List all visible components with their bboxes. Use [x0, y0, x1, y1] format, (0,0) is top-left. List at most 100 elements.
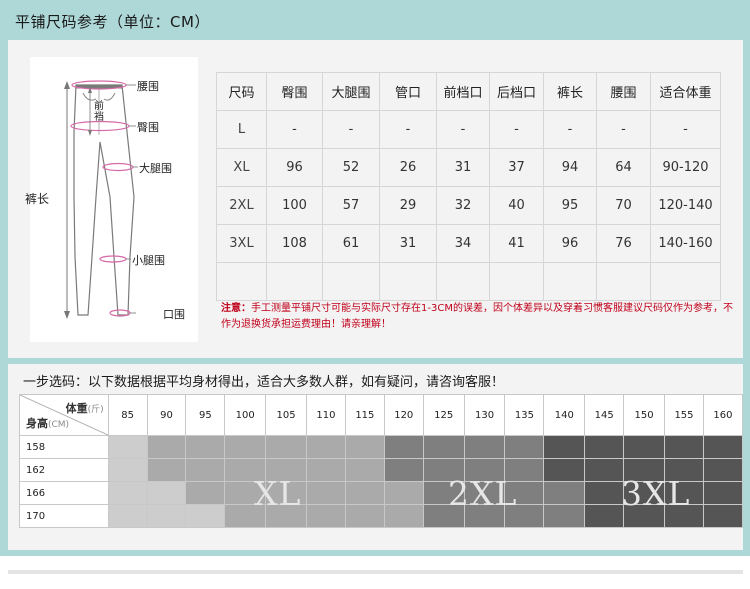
size-cell	[107, 504, 148, 528]
table-cell	[543, 262, 597, 301]
table-cell: 70	[596, 186, 651, 225]
size-cell	[584, 458, 625, 482]
size-cell	[584, 504, 625, 528]
size-cell	[146, 458, 187, 482]
table-cell: 95	[543, 186, 597, 225]
table-cell: 3XL	[216, 224, 267, 263]
size-cell	[702, 435, 744, 459]
weight-column-header: 150	[623, 394, 666, 436]
zone-label-xl: XL	[254, 474, 302, 513]
size-cell	[265, 435, 308, 459]
size-cell	[185, 481, 226, 505]
weight-column-header: 145	[584, 394, 625, 436]
table-cell: 100	[266, 186, 323, 225]
table-cell: 61	[322, 224, 380, 263]
table-cell: 57	[322, 186, 380, 225]
height-row-header: 162	[19, 458, 109, 482]
weight-label: 体重(斤)	[65, 402, 104, 415]
table-cell	[650, 262, 721, 301]
table-cell	[216, 262, 267, 301]
table-cell: -	[596, 110, 651, 149]
size-cell	[185, 458, 226, 482]
header-cell: 腰围	[596, 72, 651, 111]
table-cell: 40	[489, 186, 544, 225]
height-row-header: 166	[19, 481, 109, 505]
height-row-header: 158	[19, 435, 109, 459]
size-cell	[306, 435, 346, 459]
size-cell	[344, 504, 385, 528]
size-cell	[463, 435, 506, 459]
table-cell: -	[379, 110, 437, 149]
weight-column-header: 125	[422, 394, 465, 436]
table-cell: 29	[379, 186, 437, 225]
header-cell: 适合体重	[650, 72, 721, 111]
leg-opening-label: 口围	[163, 308, 185, 321]
weight-column-header: 110	[306, 394, 346, 436]
size-cell	[344, 435, 385, 459]
header-cell: 管口	[379, 72, 437, 111]
size-cell	[383, 481, 424, 505]
bottom-divider	[8, 570, 743, 574]
table-cell	[322, 262, 380, 301]
table-cell: 31	[436, 148, 490, 187]
size-cell	[146, 481, 187, 505]
size-cell	[383, 435, 424, 459]
weight-column-header: 95	[185, 394, 226, 436]
size-chart-frame: 平铺尺码参考（单位：CM） 腰围 臀围 大腿围 小腿围 口围 裤长 前裆 尺码 …	[0, 0, 750, 556]
table-cell: 34	[436, 224, 490, 263]
size-cell	[306, 504, 346, 528]
table-cell	[379, 262, 437, 301]
size-cell	[422, 435, 465, 459]
table-cell: 37	[489, 148, 544, 187]
size-table-header: 尺码 臀围 大腿围 管口 前档口 后档口 裤长 腰围 适合体重	[216, 72, 721, 111]
table-cell: 96	[266, 148, 323, 187]
table-cell: 90-120	[650, 148, 721, 187]
weight-column-header: 90	[146, 394, 187, 436]
size-cell	[504, 435, 545, 459]
table-cell: L	[216, 110, 267, 149]
size-cell	[146, 504, 187, 528]
pants-figure: 腰围 臀围 大腿围 小腿围 口围 裤长 前裆	[25, 57, 198, 342]
size-cell	[224, 435, 267, 459]
weight-column-header: 135	[504, 394, 545, 436]
size-cell	[702, 481, 744, 505]
size-cell	[543, 504, 586, 528]
table-row: 2XL 100 57 29 32 40 95 70 120-140	[216, 186, 721, 225]
table-cell: 31	[379, 224, 437, 263]
waist-label: 腰围	[137, 80, 159, 93]
zone-label-3xl: 3XL	[621, 474, 691, 513]
zone-label-2xl: 2XL	[448, 474, 518, 513]
table-row: 158	[19, 435, 744, 459]
weight-column-header: 100	[224, 394, 267, 436]
size-cell	[306, 481, 346, 505]
length-label: 裤长	[25, 192, 50, 206]
table-cell	[266, 262, 323, 301]
table-cell: 26	[379, 148, 437, 187]
header-cell: 大腿围	[322, 72, 380, 111]
weight-column-header: 160	[702, 394, 744, 436]
table-cell: -	[322, 110, 380, 149]
table-cell	[489, 262, 544, 301]
size-cell	[344, 481, 385, 505]
header-cell: 前档口	[436, 72, 490, 111]
table-cell: -	[489, 110, 544, 149]
table-cell: 140-160	[650, 224, 721, 263]
table-cell: 120-140	[650, 186, 721, 225]
table-row: L - - - - - - - -	[216, 110, 721, 149]
size-cell	[584, 435, 625, 459]
size-cell	[185, 504, 226, 528]
size-cell	[623, 435, 666, 459]
weight-column-header: 130	[463, 394, 506, 436]
table-row	[216, 262, 721, 301]
size-cell	[664, 435, 704, 459]
weight-column-header: 155	[664, 394, 704, 436]
size-reference-panel: 腰围 臀围 大腿围 小腿围 口围 裤长 前裆 尺码 臀围 大腿围 管口 前档口 …	[8, 40, 743, 358]
size-cell	[543, 481, 586, 505]
size-cell	[383, 458, 424, 482]
table-cell: -	[543, 110, 597, 149]
table-cell: -	[650, 110, 721, 149]
table-cell: 41	[489, 224, 544, 263]
table-cell: -	[266, 110, 323, 149]
table-cell: 76	[596, 224, 651, 263]
size-cell	[543, 435, 586, 459]
